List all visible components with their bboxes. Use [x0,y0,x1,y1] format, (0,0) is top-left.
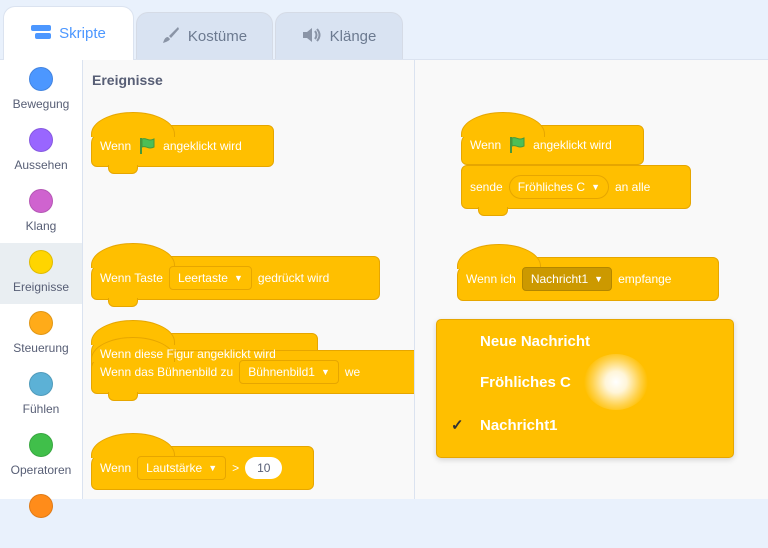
when-flag-clicked-block[interactable]: Wenn angeklickt wird [91,112,274,174]
key-dropdown[interactable]: Leertaste ▼ [168,266,252,290]
category-color-dot [29,250,53,274]
when-i-receive-block[interactable]: Wenn ich Nachricht1 ▼ empfange [457,244,719,301]
category-looks[interactable]: Aussehen [0,121,82,182]
caret-down-icon: ▼ [594,274,604,284]
category-label: Operatoren [10,463,72,477]
menu-item-label: Nachricht1 [480,416,558,434]
block-text: Wenn [100,139,132,153]
category-label: Aussehen [14,158,68,172]
block-notch [108,165,138,174]
category-variables[interactable] [0,487,82,548]
block-notch [108,392,138,401]
menu-item-new-message[interactable]: Neue Nachricht [437,320,733,362]
message-dropdown[interactable]: Fröhliches C ▼ [508,175,609,199]
tab-sounds[interactable]: Klänge [275,12,403,60]
sensor-dropdown[interactable]: Lautstärke ▼ [137,456,227,480]
operator-text: > [232,461,240,475]
green-flag-icon [140,138,155,154]
dropdown-value: Nachricht1 [530,272,589,286]
hat-cap [91,112,175,137]
block-text: angeklickt wird [533,138,612,152]
category-control[interactable]: Steuerung [0,304,82,365]
caret-down-icon: ▼ [320,367,330,377]
brush-icon [162,26,180,48]
category-color-dot [29,311,53,335]
editor-tabs: Skripte Kostüme Klänge [0,0,768,60]
dropdown-value: Bühnenbild1 [248,365,315,379]
backdrop-dropdown[interactable]: Bühnenbild1 ▼ [239,360,339,384]
green-flag-icon [510,137,525,153]
tab-label: Kostüme [187,28,248,45]
block-text: Wenn Taste [100,271,163,285]
category-events[interactable]: Ereignisse [0,243,82,304]
dropdown-value: Lautstärke [146,461,203,475]
menu-item-message[interactable]: ✓ Nachricht1 [437,404,733,446]
script-when-flag-clicked-block[interactable]: Wenn angeklickt wird [461,112,644,165]
category-label: Bewegung [12,97,70,111]
tab-label: Skripte [59,25,106,42]
code-icon [31,24,52,43]
block-text: empfange [618,272,672,286]
broadcast-block[interactable]: sende Fröhliches C ▼ an alle [461,165,691,216]
category-label: Klang [25,219,57,233]
threshold-input[interactable]: 10 [245,457,283,479]
receive-message-dropdown[interactable]: Nachricht1 ▼ [521,267,613,291]
menu-item-label: Neue Nachricht [480,332,591,350]
menu-item-label: Fröhliches C [480,373,571,391]
block-text: Wenn [100,461,132,475]
category-sound[interactable]: Klang [0,182,82,243]
category-color-dot [29,372,53,396]
dropdown-value: Leertaste [177,271,228,285]
tab-label: Klänge [329,28,377,45]
category-color-dot [29,67,53,91]
tab-scripts[interactable]: Skripte [3,6,134,60]
caret-down-icon: ▼ [208,463,218,473]
message-dropdown-menu: Neue Nachricht Fröhliches C ✓ Nachricht1 [436,319,734,458]
palette-section-title: Ereignisse [92,72,163,88]
menu-item-message[interactable]: Fröhliches C [437,361,733,403]
category-label: Fühlen [22,402,60,416]
block-text: sende [470,180,503,194]
caret-down-icon: ▼ [591,182,600,192]
block-palette: Ereignisse Wenn angeklickt wird Wenn Tas… [83,60,415,499]
block-notch [108,298,138,307]
category-color-dot [29,128,53,152]
when-key-pressed-block[interactable]: Wenn Taste Leertaste ▼ gedrückt wird [91,243,380,307]
block-text: angeklickt wird [163,139,242,153]
speaker-icon [302,27,322,47]
category-label: Ereignisse [12,280,70,294]
dropdown-value: Fröhliches C [517,180,586,194]
category-label: Steuerung [13,341,69,355]
hat-cap [91,243,175,268]
block-text: Wenn ich [466,272,516,286]
category-color-dot [29,189,53,213]
block-text: Wenn diese Figur angeklickt wird [100,347,276,361]
block-notch [478,207,508,216]
category-color-dot [29,433,53,457]
category-sensing[interactable]: Fühlen [0,365,82,426]
hat-cap [91,433,175,458]
tab-costumes[interactable]: Kostüme [136,12,273,60]
caret-down-icon: ▼ [233,273,243,283]
block-text: gedrückt wird [257,271,330,285]
when-loudness-greater-block[interactable]: Wenn Lautstärke ▼ > 10 [91,433,314,490]
block-text: Wenn das Bühnenbild zu [100,365,234,379]
block-text: we [344,365,361,379]
block-text: Wenn [470,138,502,152]
checkmark-icon: ✓ [451,417,464,434]
category-motion[interactable]: Bewegung [0,60,82,121]
category-operators[interactable]: Operatoren [0,426,82,487]
category-bar: Bewegung Aussehen Klang Ereignisse Steue… [0,60,83,518]
block-text: an alle [614,180,651,194]
